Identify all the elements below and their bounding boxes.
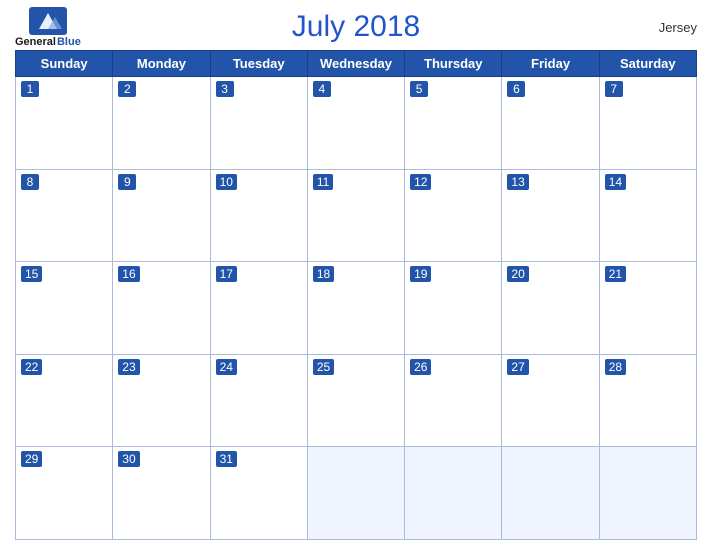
date-number: 11 bbox=[313, 174, 333, 190]
date-number: 19 bbox=[410, 266, 431, 282]
calendar-header: General Blue July 2018 Jersey bbox=[15, 10, 697, 44]
date-number: 14 bbox=[605, 174, 626, 190]
date-number: 30 bbox=[118, 451, 139, 467]
date-number: 15 bbox=[21, 266, 42, 282]
weekday-header-saturday: Saturday bbox=[599, 51, 696, 77]
date-number: 18 bbox=[313, 266, 334, 282]
calendar-day: 31 bbox=[210, 447, 307, 540]
date-number: 28 bbox=[605, 359, 626, 375]
calendar-day: 25 bbox=[307, 354, 404, 447]
weekday-header-tuesday: Tuesday bbox=[210, 51, 307, 77]
calendar-day: 14 bbox=[599, 169, 696, 262]
date-number: 8 bbox=[21, 174, 39, 190]
calendar-day: 17 bbox=[210, 262, 307, 355]
date-number: 12 bbox=[410, 174, 431, 190]
calendar-day: 22 bbox=[16, 354, 113, 447]
date-number: 2 bbox=[118, 81, 136, 97]
date-number: 10 bbox=[216, 174, 237, 190]
date-number: 6 bbox=[507, 81, 525, 97]
calendar-week-row: 22 23 24 25 26 27 28 bbox=[16, 354, 697, 447]
location-label: Jersey bbox=[659, 20, 697, 35]
date-number: 29 bbox=[21, 451, 42, 467]
date-number: 27 bbox=[507, 359, 528, 375]
date-number: 31 bbox=[216, 451, 237, 467]
date-number: 22 bbox=[21, 359, 42, 375]
calendar-day: 29 bbox=[16, 447, 113, 540]
calendar-day: 10 bbox=[210, 169, 307, 262]
date-number: 3 bbox=[216, 81, 234, 97]
calendar-day: 7 bbox=[599, 77, 696, 170]
calendar-week-row: 29 30 31 bbox=[16, 447, 697, 540]
weekday-header-wednesday: Wednesday bbox=[307, 51, 404, 77]
calendar-day: 18 bbox=[307, 262, 404, 355]
calendar-day: 21 bbox=[599, 262, 696, 355]
calendar-week-row: 15 16 17 18 19 20 21 bbox=[16, 262, 697, 355]
logo-blue-text: Blue bbox=[57, 36, 81, 48]
calendar-day: 20 bbox=[502, 262, 599, 355]
calendar-day: 19 bbox=[405, 262, 502, 355]
calendar-day: 24 bbox=[210, 354, 307, 447]
date-number: 13 bbox=[507, 174, 528, 190]
calendar-day: 5 bbox=[405, 77, 502, 170]
date-number: 1 bbox=[21, 81, 39, 97]
calendar-day bbox=[599, 447, 696, 540]
date-number: 21 bbox=[605, 266, 626, 282]
calendar-day: 3 bbox=[210, 77, 307, 170]
date-number: 20 bbox=[507, 266, 528, 282]
weekday-header-monday: Monday bbox=[113, 51, 210, 77]
weekday-header-row: SundayMondayTuesdayWednesdayThursdayFrid… bbox=[16, 51, 697, 77]
calendar-day: 6 bbox=[502, 77, 599, 170]
calendar-week-row: 8 9 10 11 12 13 14 bbox=[16, 169, 697, 262]
calendar-day: 23 bbox=[113, 354, 210, 447]
calendar-day: 13 bbox=[502, 169, 599, 262]
logo: General Blue bbox=[15, 7, 81, 48]
calendar-day: 9 bbox=[113, 169, 210, 262]
calendar-day: 15 bbox=[16, 262, 113, 355]
calendar-day: 2 bbox=[113, 77, 210, 170]
calendar-day: 30 bbox=[113, 447, 210, 540]
calendar-table: SundayMondayTuesdayWednesdayThursdayFrid… bbox=[15, 50, 697, 540]
date-number: 17 bbox=[216, 266, 237, 282]
date-number: 16 bbox=[118, 266, 139, 282]
calendar-week-row: 1 2 3 4 5 6 7 bbox=[16, 77, 697, 170]
date-number: 7 bbox=[605, 81, 623, 97]
calendar-day: 26 bbox=[405, 354, 502, 447]
date-number: 26 bbox=[410, 359, 431, 375]
calendar-day: 8 bbox=[16, 169, 113, 262]
month-title: July 2018 bbox=[292, 10, 420, 44]
weekday-header-friday: Friday bbox=[502, 51, 599, 77]
calendar-day bbox=[502, 447, 599, 540]
weekday-header-thursday: Thursday bbox=[405, 51, 502, 77]
calendar-day bbox=[307, 447, 404, 540]
calendar-day: 27 bbox=[502, 354, 599, 447]
logo-general-text: General bbox=[15, 36, 56, 48]
date-number: 9 bbox=[118, 174, 136, 190]
date-number: 24 bbox=[216, 359, 237, 375]
date-number: 5 bbox=[410, 81, 428, 97]
logo-icon bbox=[29, 7, 67, 35]
date-number: 4 bbox=[313, 81, 331, 97]
date-number: 25 bbox=[313, 359, 334, 375]
date-number: 23 bbox=[118, 359, 139, 375]
calendar-day: 28 bbox=[599, 354, 696, 447]
weekday-header-sunday: Sunday bbox=[16, 51, 113, 77]
calendar-day: 16 bbox=[113, 262, 210, 355]
calendar-day: 12 bbox=[405, 169, 502, 262]
calendar-day: 4 bbox=[307, 77, 404, 170]
calendar-day bbox=[405, 447, 502, 540]
calendar-day: 11 bbox=[307, 169, 404, 262]
calendar-day: 1 bbox=[16, 77, 113, 170]
